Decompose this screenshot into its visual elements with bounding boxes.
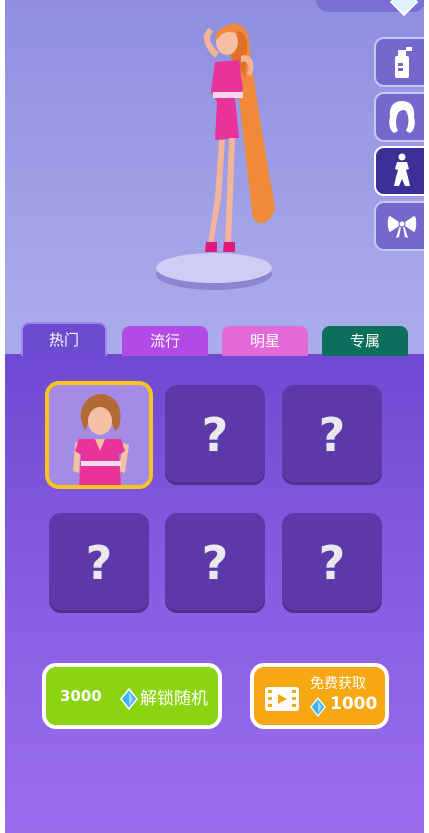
tab-star[interactable]: 明星 [222, 326, 308, 356]
gem-icon [120, 688, 138, 710]
gem-icon [310, 697, 326, 717]
question-mark: ? [318, 408, 346, 462]
question-mark: ? [318, 536, 346, 590]
locked-slot[interactable]: ? [282, 513, 382, 613]
unlock-label: 解锁随机 [140, 689, 208, 709]
question-mark: ? [201, 536, 229, 590]
hair-icon [389, 101, 415, 133]
unlock-price: 3000 [60, 687, 102, 705]
category-tabs: 热门 流行 明星 专属 [21, 322, 411, 356]
gem-balance [316, 0, 424, 17]
free-get-button[interactable]: 免费获取 1000 [250, 663, 389, 729]
question-mark: ? [85, 536, 113, 590]
free-get-amount: 1000 [330, 694, 378, 714]
locked-slot[interactable]: ? [165, 385, 265, 485]
tab-hot[interactable]: 热门 [21, 322, 107, 356]
outfit-button[interactable] [374, 146, 424, 196]
character-model[interactable] [175, 18, 285, 268]
outfit-silhouette-icon [394, 153, 410, 186]
outfit-slot-selected[interactable] [45, 381, 153, 489]
locked-slot[interactable]: ? [165, 513, 265, 613]
hair-button[interactable] [374, 92, 424, 142]
spray-bottle-icon [395, 47, 412, 78]
unlock-random-button[interactable]: 3000 解锁随机 [42, 663, 222, 729]
spray-bottle-button[interactable] [374, 37, 424, 87]
bow-icon [387, 216, 417, 238]
bow-button[interactable] [374, 201, 424, 251]
pink-dress-character-thumbnail [49, 385, 149, 485]
tab-trending[interactable]: 流行 [122, 326, 208, 356]
locked-slot[interactable]: ? [49, 513, 149, 613]
free-get-label: 免费获取 [310, 676, 366, 692]
video-icon [265, 687, 299, 711]
gem-icon [389, 0, 419, 17]
game-screen: 热门 流行 明星 专属 ? ? ? ? ? 3000 解锁随机 免费获取 100… [5, 0, 424, 833]
locked-slot[interactable]: ? [282, 385, 382, 485]
tab-exclusive[interactable]: 专属 [322, 326, 408, 356]
question-mark: ? [201, 408, 229, 462]
